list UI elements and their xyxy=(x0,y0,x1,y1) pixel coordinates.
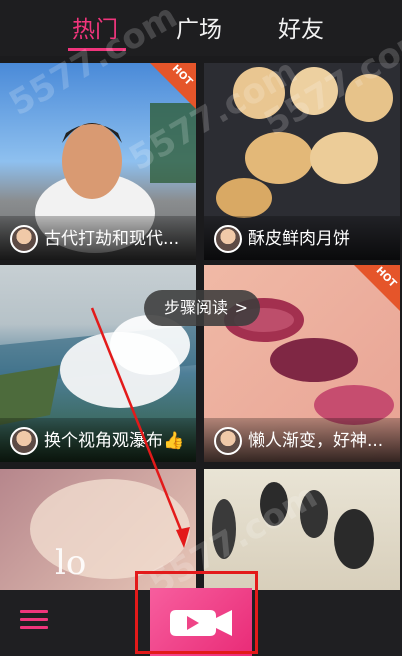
card-title: 古代打劫和现代... xyxy=(44,229,180,249)
avatar[interactable] xyxy=(214,225,242,253)
card-caption-bar: 换个视角观瀑布👍 xyxy=(0,418,196,462)
card-caption-bar: 酥皮鲜肉月饼 xyxy=(204,216,400,260)
step-reading-tooltip[interactable]: 步骤阅读 > xyxy=(144,290,260,326)
card-caption-bar: 懒人渐变，好神... xyxy=(204,418,400,462)
card-title: 换个视角观瀑布👍 xyxy=(44,431,185,451)
tooltip-text: 步骤阅读 xyxy=(164,298,229,317)
tab-friends[interactable]: 好友 xyxy=(278,10,324,44)
avatar[interactable] xyxy=(214,427,242,455)
card-caption-bar: 古代打劫和现代... xyxy=(0,216,196,260)
hot-badge: HOT xyxy=(150,63,196,109)
avatar[interactable] xyxy=(10,225,38,253)
chevron-right-icon: > xyxy=(234,298,248,317)
tab-square[interactable]: 广场 xyxy=(176,10,222,44)
highlight-box xyxy=(135,571,258,654)
menu-icon[interactable] xyxy=(20,608,48,632)
card-title: 懒人渐变，好神... xyxy=(248,431,384,451)
card-title: 酥皮鲜肉月饼 xyxy=(248,229,350,249)
svg-text:lo: lo xyxy=(55,543,86,583)
hot-badge: HOT xyxy=(354,265,400,311)
avatar[interactable] xyxy=(10,427,38,455)
top-tab-bar: 热门 广场 好友 xyxy=(0,0,402,56)
